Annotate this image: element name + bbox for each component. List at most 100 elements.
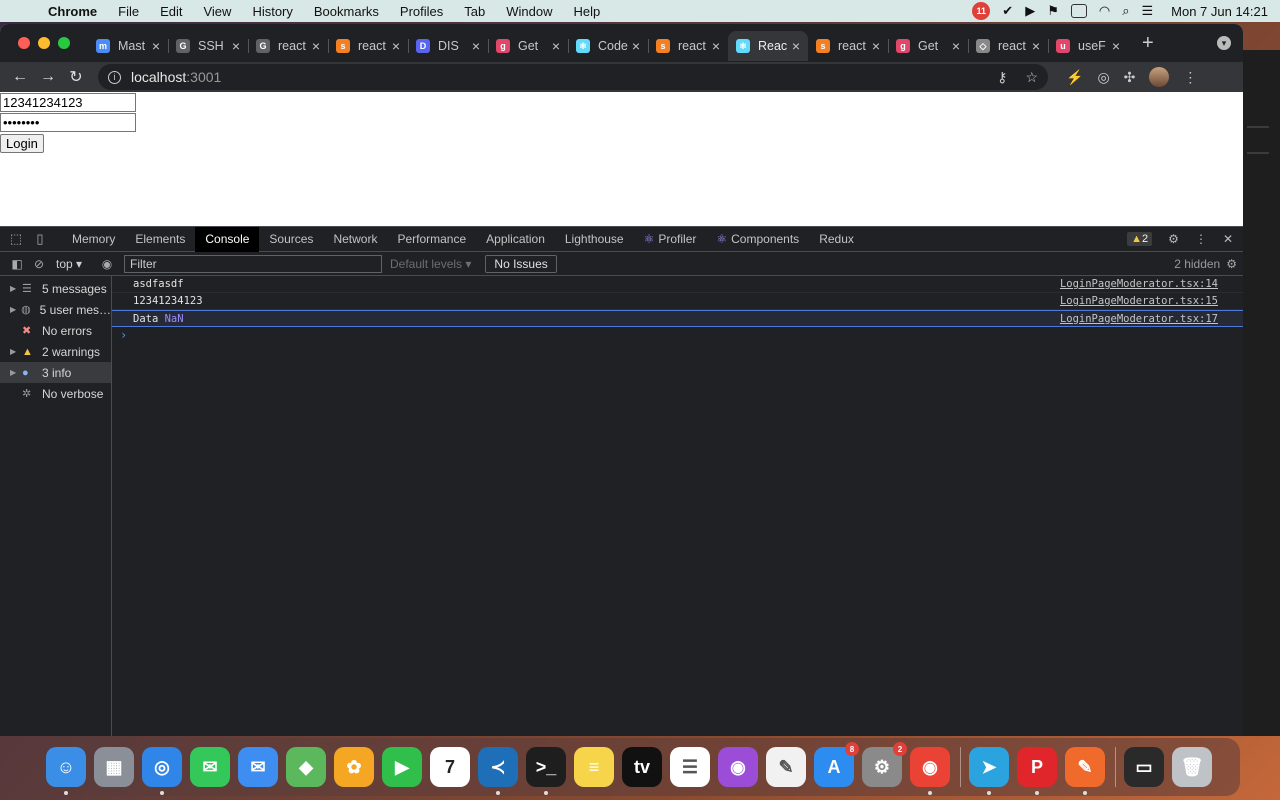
log-levels-dropdown[interactable]: Default levels ▾: [390, 257, 471, 271]
menu-help[interactable]: Help: [574, 4, 601, 19]
devtools-close-icon[interactable]: ✕: [1223, 232, 1233, 246]
console-source-link[interactable]: LoginPageModerator.tsx:17: [1060, 313, 1218, 325]
dock-system-preferences-icon[interactable]: ⚙ 2: [862, 742, 907, 787]
flag-us-icon[interactable]: ⚑: [1047, 3, 1059, 19]
tab-close-icon[interactable]: ×: [952, 38, 960, 54]
dock-vscode-icon[interactable]: ≺: [478, 747, 518, 795]
console-sidebar-item[interactable]: ✲ No verbose: [0, 383, 111, 404]
play-circle-icon[interactable]: ▶: [1025, 3, 1035, 19]
control-center-icon[interactable]: ☰: [1141, 3, 1153, 19]
dock-calendar-icon[interactable]: 7: [430, 747, 470, 787]
menu-view[interactable]: View: [203, 4, 231, 19]
menu-clock[interactable]: Mon 7 Jun 14:21: [1171, 4, 1268, 19]
console-source-link[interactable]: LoginPageModerator.tsx:15: [1060, 295, 1218, 307]
browser-tab[interactable]: ⚛ Code ×: [568, 31, 648, 61]
console-prompt[interactable]: ›: [112, 327, 1243, 343]
expand-arrow-icon[interactable]: ▶: [10, 284, 22, 293]
dock-terminal-icon[interactable]: >_: [526, 747, 566, 795]
dock-mail-icon[interactable]: ✉: [238, 747, 278, 787]
tab-close-icon[interactable]: ×: [392, 38, 400, 54]
password-input[interactable]: [0, 113, 136, 132]
dock-photos-icon[interactable]: ✿: [334, 747, 374, 787]
sidebar-toggle-icon[interactable]: ◧: [6, 257, 28, 271]
extensions-puzzle-icon[interactable]: ✣: [1124, 69, 1136, 86]
dock-minimized-window-icon[interactable]: ▭: [1124, 747, 1164, 787]
check-circle-icon[interactable]: ✔: [1002, 3, 1013, 19]
device-toolbar-icon[interactable]: ▯: [28, 231, 52, 247]
wifi-icon[interactable]: ◠: [1099, 3, 1110, 19]
extension-target-icon[interactable]: ◎: [1097, 69, 1109, 86]
login-button[interactable]: Login: [0, 134, 44, 153]
forward-icon[interactable]: →: [34, 68, 62, 86]
console-sidebar-item[interactable]: ▶ ☰ 5 messages: [0, 278, 111, 299]
console-sidebar-item[interactable]: ▶ ◍ 5 user mes…: [0, 299, 111, 320]
bookmark-star-icon[interactable]: ☆: [1025, 69, 1038, 86]
console-sidebar-item[interactable]: ✖ No errors: [0, 320, 111, 341]
address-bar[interactable]: i localhost:3001 ⚷ ☆: [98, 64, 1048, 90]
tab-close-icon[interactable]: ×: [1032, 38, 1040, 54]
browser-tab[interactable]: g Get ×: [888, 31, 968, 61]
tab-components[interactable]: ⚛ Components: [706, 227, 809, 252]
tab-close-icon[interactable]: ×: [152, 38, 160, 54]
console-source-link[interactable]: LoginPageModerator.tsx:14: [1060, 278, 1218, 290]
devtools-settings-icon[interactable]: ⚙: [1168, 232, 1179, 246]
expand-arrow-icon[interactable]: ▶: [10, 347, 22, 356]
dock-facetime-icon[interactable]: ▶: [382, 747, 422, 787]
tab-search-icon[interactable]: ▾: [1217, 36, 1231, 50]
console-filter-input[interactable]: Filter: [124, 254, 382, 273]
console-message[interactable]: 12341234123 LoginPageModerator.tsx:15: [112, 293, 1243, 310]
menu-bookmarks[interactable]: Bookmarks: [314, 4, 379, 19]
menu-profiles[interactable]: Profiles: [400, 4, 443, 19]
console-message[interactable]: asdfasdf LoginPageModerator.tsx:14: [112, 276, 1243, 293]
spotlight-search-icon[interactable]: ⌕: [1122, 3, 1129, 19]
dock-reminders-icon[interactable]: ☰: [670, 747, 710, 787]
context-select[interactable]: top ▾: [56, 257, 96, 271]
issues-button[interactable]: No Issues: [485, 254, 557, 273]
dock-safari-icon[interactable]: ◎: [142, 747, 182, 795]
warnings-badge[interactable]: ▲2: [1127, 232, 1153, 246]
username-input[interactable]: [0, 93, 136, 112]
tab-close-icon[interactable]: ×: [312, 38, 320, 54]
clear-console-icon[interactable]: ⊘: [28, 257, 50, 271]
dock-app-store-icon[interactable]: A8: [814, 742, 859, 787]
menu-app-name[interactable]: Chrome: [48, 4, 97, 19]
reload-icon[interactable]: ↻: [62, 67, 90, 87]
dock-finder-icon[interactable]: ☺: [46, 747, 86, 795]
browser-tab[interactable]: s react ×: [328, 31, 408, 61]
tab-performance[interactable]: Performance: [387, 227, 476, 252]
menu-tab[interactable]: Tab: [464, 4, 485, 19]
expand-arrow-icon[interactable]: ▶: [10, 368, 22, 377]
dock-trash-icon[interactable]: 🗑: [1172, 747, 1212, 787]
dock-notes-icon[interactable]: ≡: [574, 747, 614, 787]
menu-history[interactable]: History: [252, 4, 292, 19]
tab-redux[interactable]: Redux: [809, 227, 864, 252]
extension-c-icon[interactable]: ⚡: [1066, 69, 1083, 86]
console-message[interactable]: Data NaN LoginPageModerator.tsx:17: [112, 310, 1243, 327]
devtools-more-icon[interactable]: ⋮: [1195, 232, 1207, 246]
tab-close-icon[interactable]: ×: [632, 38, 640, 54]
key-icon[interactable]: ⚷: [997, 69, 1007, 86]
dock-launchpad-icon[interactable]: ▦: [94, 747, 134, 787]
browser-tab[interactable]: ⚛ Reac ×: [728, 31, 808, 61]
tab-close-icon[interactable]: ×: [872, 38, 880, 54]
tab-elements[interactable]: Elements: [125, 227, 195, 252]
dock-telegram-icon[interactable]: ➤: [969, 747, 1009, 795]
dock-chrome-icon[interactable]: ◉: [910, 747, 950, 795]
inspect-element-icon[interactable]: ⬚: [4, 231, 28, 247]
battery-icon[interactable]: [1070, 4, 1087, 18]
console-settings-icon[interactable]: ⚙: [1226, 257, 1237, 271]
tab-close-icon[interactable]: ×: [792, 38, 800, 54]
tab-memory[interactable]: Memory: [62, 227, 125, 252]
browser-tab[interactable]: ◇ react ×: [968, 31, 1048, 61]
zoom-window-button[interactable]: [58, 37, 70, 49]
browser-tab[interactable]: G SSH ×: [168, 31, 248, 61]
tab-close-icon[interactable]: ×: [472, 38, 480, 54]
browser-tab[interactable]: u useF ×: [1048, 31, 1128, 61]
menu-edit[interactable]: Edit: [160, 4, 182, 19]
new-tab-button[interactable]: +: [1142, 32, 1154, 55]
browser-tab[interactable]: m Mast ×: [88, 31, 168, 61]
chrome-menu-icon[interactable]: ⋮: [1183, 69, 1197, 86]
dock-pdf-reader-icon[interactable]: P: [1017, 747, 1057, 795]
tab-sources[interactable]: Sources: [259, 227, 323, 252]
dock-messages-icon[interactable]: ✉: [190, 747, 230, 787]
